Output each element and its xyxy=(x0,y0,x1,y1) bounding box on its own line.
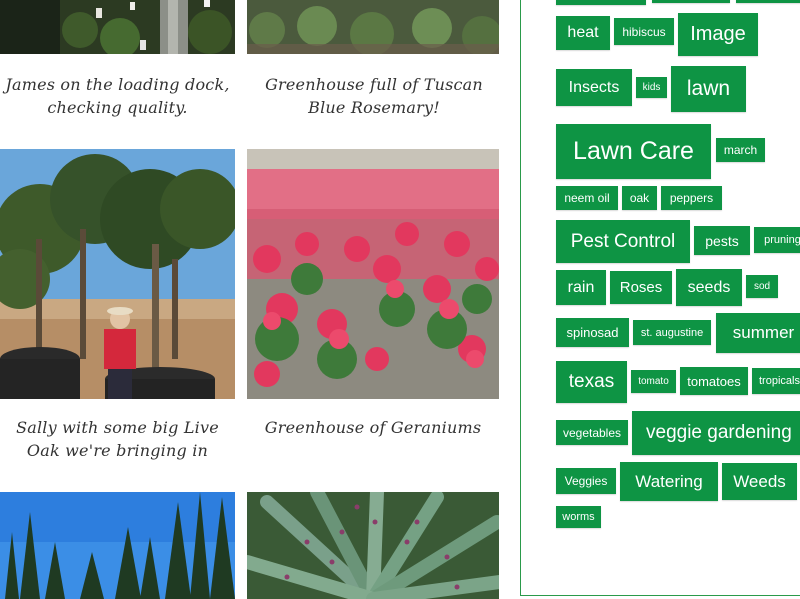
tag-heat[interactable]: heat xyxy=(556,16,610,50)
tag-spinosad[interactable]: spinosad xyxy=(556,318,629,347)
tag-kids[interactable]: kids xyxy=(636,77,667,98)
tag-st-augustine[interactable]: st. augustine xyxy=(633,320,711,345)
tag-partial-2[interactable] xyxy=(652,0,730,3)
tag-partial-3[interactable] xyxy=(736,0,800,3)
tag-veggies[interactable]: Veggies xyxy=(556,468,616,494)
tag-texas[interactable]: texas xyxy=(556,361,627,403)
tag-weeds[interactable]: Weeds xyxy=(722,463,797,500)
tag-tropicals[interactable]: tropicals xyxy=(752,368,800,394)
tag-neem-oil[interactable]: neem oil xyxy=(556,186,618,210)
tag-partial-1[interactable] xyxy=(556,0,646,5)
gallery-caption-1: James on the loading dock, checking qual… xyxy=(5,75,230,117)
tag-lawn-care[interactable]: Lawn Care xyxy=(556,124,711,179)
tag-seeds[interactable]: seeds xyxy=(676,269,742,306)
gallery-caption-3: Sally with some big Live Oak we're bring… xyxy=(16,418,219,460)
tag-pruning[interactable]: pruning xyxy=(754,227,800,253)
tag-pest-control[interactable]: Pest Control xyxy=(556,220,690,263)
tag-peppers[interactable]: peppers xyxy=(661,186,722,210)
tag-insects[interactable]: Insects xyxy=(556,69,632,106)
tag-rose[interactable]: Roses xyxy=(610,271,672,304)
tag-cloud-widget: heat hibiscus Image Insects kids lawn La… xyxy=(520,0,800,596)
tag-oak[interactable]: oak xyxy=(622,186,657,210)
tag-pests[interactable]: pests xyxy=(694,226,750,255)
tag-image[interactable]: Image xyxy=(678,13,758,56)
tag-watering[interactable]: Watering xyxy=(620,462,718,501)
gallery-photo-loading-dock[interactable] xyxy=(0,0,235,54)
gallery-caption-2: Greenhouse full of Tuscan Blue Rosemary! xyxy=(265,75,483,117)
tag-rain[interactable]: rain xyxy=(556,270,606,305)
tag-sod[interactable]: sod xyxy=(746,275,778,298)
gallery-photo-live-oak[interactable] xyxy=(0,149,235,399)
tag-lawn[interactable]: lawn xyxy=(671,66,746,112)
gallery-photo-succulent[interactable] xyxy=(247,492,499,599)
tag-vegetables[interactable]: vegetables xyxy=(556,420,628,445)
tag-tomatoes[interactable]: tomatoes xyxy=(680,367,748,395)
tag-summer[interactable]: summer xyxy=(716,313,800,353)
tag-worms[interactable]: worms xyxy=(556,506,601,528)
gallery-photo-rosemary[interactable] xyxy=(247,0,499,54)
tag-hibiscus[interactable]: hibiscus xyxy=(614,18,674,45)
tag-march[interactable]: march xyxy=(716,138,765,162)
tag-tomato[interactable]: tomato xyxy=(631,370,676,393)
gallery-photo-trees[interactable] xyxy=(0,492,235,599)
tag-veggie-gardening[interactable]: veggie gardening xyxy=(632,411,800,455)
gallery-photo-geraniums[interactable] xyxy=(247,149,499,399)
gallery-caption-4: Greenhouse of Geraniums xyxy=(264,418,482,437)
